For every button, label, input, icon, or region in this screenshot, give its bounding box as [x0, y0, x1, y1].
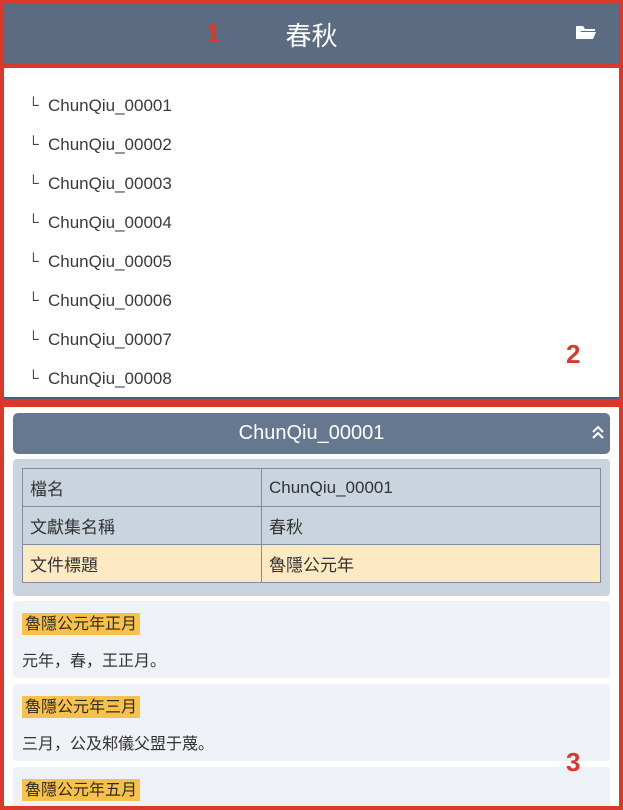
- annotation-frame-1: [0, 0, 623, 68]
- annotation-label-2: 2: [566, 339, 581, 369]
- annotation-frame-3: [0, 403, 623, 810]
- annotation-label-1: 1: [206, 18, 221, 48]
- annotation-label-3: 3: [566, 747, 581, 777]
- annotation-frame-2: [0, 64, 623, 403]
